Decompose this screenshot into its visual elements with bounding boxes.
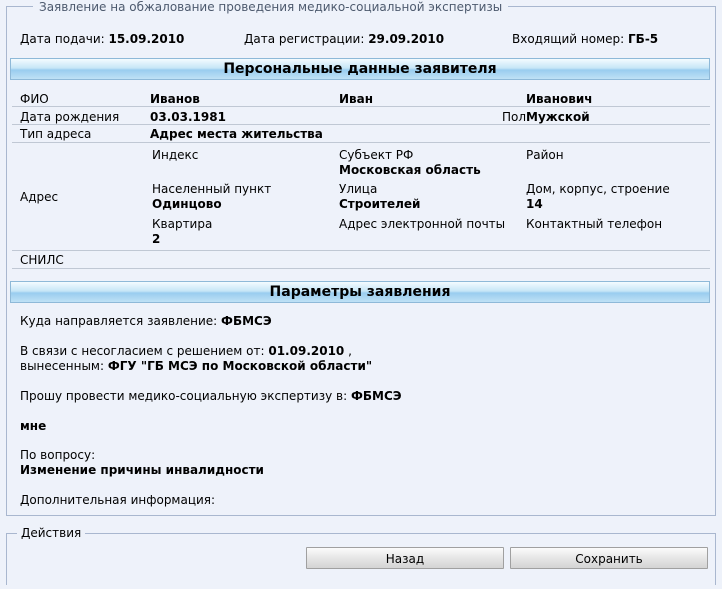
incoming-number-value: ГБ-5 <box>628 32 659 46</box>
save-button[interactable]: Сохранить <box>510 547 708 569</box>
sex-value: Мужской <box>526 110 590 124</box>
incoming-number: Входящий номер: ГБ-5 <box>512 32 658 46</box>
house-label: Дом, корпус, строение <box>526 182 670 196</box>
issued-by-value: ФГУ "ГБ МСЭ по Московской области" <box>107 359 373 373</box>
house-value: 14 <box>526 197 543 211</box>
submit-date: Дата подачи: 15.09.2010 <box>20 32 184 46</box>
issued-by-label: вынесенным: <box>20 359 105 373</box>
region-value: Московская область <box>339 163 481 177</box>
region-label: Субъект РФ <box>339 148 414 162</box>
sex-label: Пол <box>502 110 527 124</box>
reg-date: Дата регистрации: 29.09.2010 <box>244 32 444 46</box>
destination-label: Куда направляется заявление: <box>20 314 218 328</box>
destination-value: ФБМСЭ <box>221 314 272 328</box>
disagreement-date: 01.09.2010 <box>268 344 345 358</box>
whom-value: мне <box>20 419 47 433</box>
dob-label: Дата рождения <box>20 110 120 124</box>
divider <box>12 250 710 251</box>
params-section-header: Параметры заявления <box>10 281 710 303</box>
comma: , <box>348 344 352 358</box>
middle-name: Иванович <box>526 92 593 106</box>
flat-value: 2 <box>152 232 161 246</box>
address-type-label: Тип адреса <box>20 127 92 141</box>
issued-by: вынесенным: ФГУ "ГБ МСЭ по Московской об… <box>20 359 372 373</box>
conduct-value: ФБМСЭ <box>350 389 402 403</box>
snils-label: СНИЛС <box>20 253 64 267</box>
back-button[interactable]: Назад <box>306 547 504 569</box>
divider <box>12 268 710 269</box>
submit-date-value: 15.09.2010 <box>108 32 185 46</box>
question-value: Изменение причины инвалидности <box>20 463 264 477</box>
dob-value: 03.03.1981 <box>150 110 226 124</box>
fieldset-legend: Заявление на обжалование проведения меди… <box>33 0 509 14</box>
actions-legend: Действия <box>17 526 86 540</box>
divider <box>12 106 710 107</box>
incoming-number-label: Входящий номер: <box>512 32 625 46</box>
street-label: Улица <box>339 182 378 196</box>
divider <box>12 142 710 143</box>
conduct: Прошу провести медико-социальную эксперт… <box>20 389 402 403</box>
street-value: Строителей <box>339 197 421 211</box>
question-label: По вопросу: <box>20 448 96 462</box>
phone-label: Контактный телефон <box>526 217 663 231</box>
address-label: Адрес <box>20 190 59 204</box>
reg-date-value: 29.09.2010 <box>368 32 445 46</box>
submit-date-label: Дата подачи: <box>20 32 105 46</box>
last-name: Иванов <box>150 92 200 106</box>
locality-label: Населенный пункт <box>152 182 272 196</box>
application-fieldset: Заявление на обжалование проведения меди… <box>6 0 716 516</box>
index-label: Индекс <box>152 148 199 162</box>
reg-date-label: Дата регистрации: <box>244 32 365 46</box>
disagreement: В связи с несогласием с решением от: 01.… <box>20 344 352 358</box>
address-type-value: Адрес места жительства <box>150 127 323 141</box>
district-label: Район <box>526 148 564 162</box>
flat-label: Квартира <box>152 217 213 231</box>
email-label: Адрес электронной почты <box>339 217 506 231</box>
fio-label: ФИО <box>20 92 49 106</box>
conduct-label: Прошу провести медико-социальную эксперт… <box>20 389 348 403</box>
destination: Куда направляется заявление: ФБМСЭ <box>20 314 272 328</box>
disagreement-label: В связи с несогласием с решением от: <box>20 344 265 358</box>
divider <box>12 124 710 125</box>
locality-value: Одинцово <box>152 197 222 211</box>
personal-section-header: Персональные данные заявителя <box>10 58 710 80</box>
first-name: Иван <box>339 92 374 106</box>
extra-info-label: Дополнительная информация: <box>20 493 216 507</box>
